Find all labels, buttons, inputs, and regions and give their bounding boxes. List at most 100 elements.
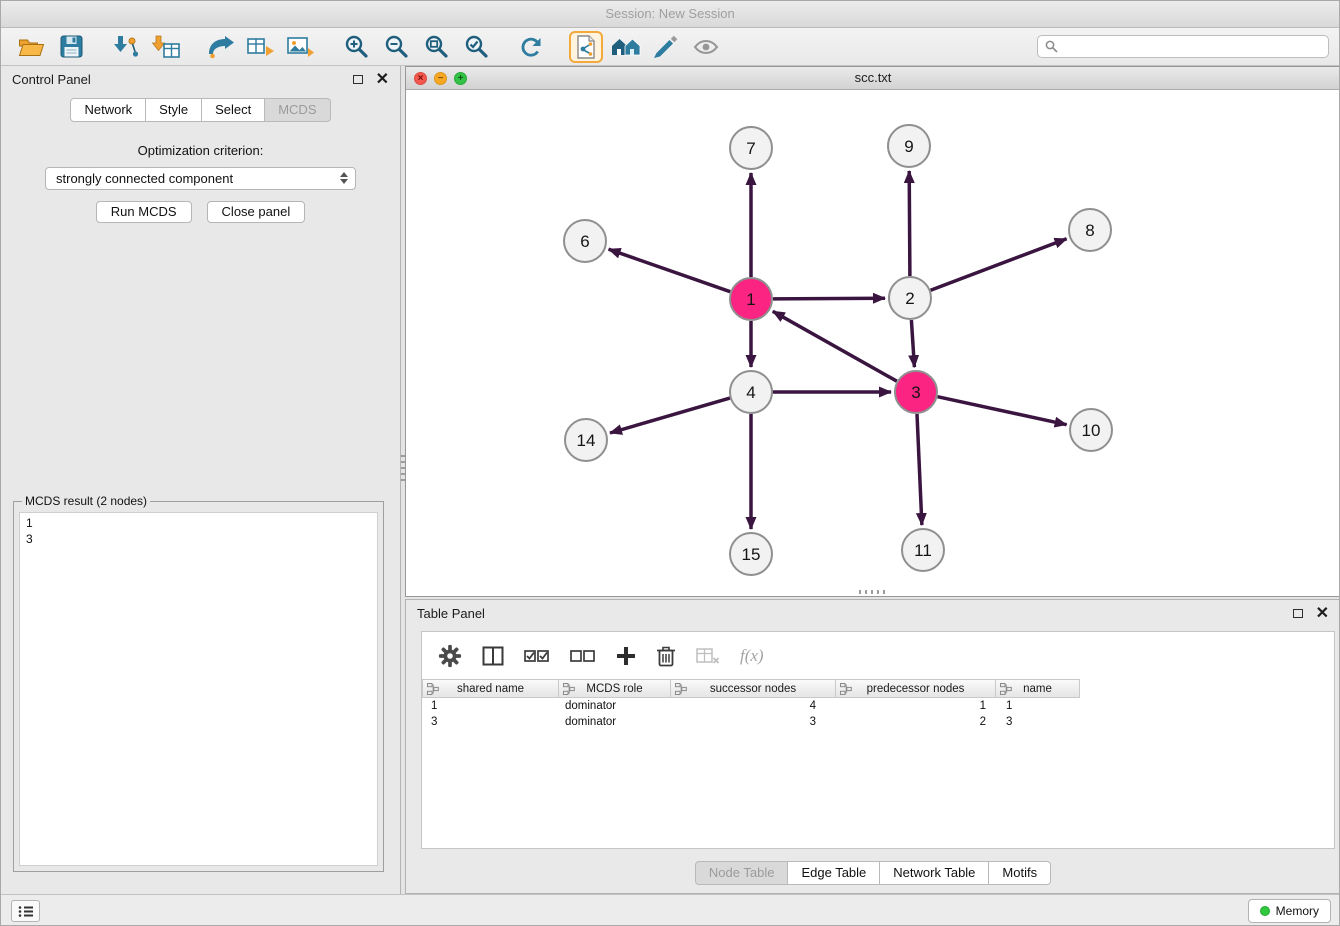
export-image-button[interactable] bbox=[281, 31, 321, 63]
apply-style-button[interactable] bbox=[646, 31, 686, 63]
delete-table-button[interactable] bbox=[696, 646, 720, 666]
edge-1-2[interactable] bbox=[773, 298, 885, 299]
import-table-button[interactable] bbox=[146, 31, 186, 63]
control-panel-buttons: Run MCDS Close panel bbox=[1, 201, 400, 223]
save-session-button[interactable] bbox=[51, 31, 91, 63]
toolbar-separator bbox=[91, 46, 106, 47]
edge-3-10[interactable] bbox=[938, 397, 1067, 425]
table-settings-button[interactable] bbox=[438, 644, 462, 668]
node-15[interactable]: 15 bbox=[730, 533, 772, 575]
window-titlebar: Session: New Session bbox=[1, 1, 1339, 28]
table-cell[interactable]: 1 bbox=[836, 698, 996, 714]
tab-motifs[interactable]: Motifs bbox=[989, 861, 1051, 885]
network-window-titlebar[interactable]: × − + scc.txt bbox=[406, 67, 1340, 90]
zoom-out-button[interactable] bbox=[376, 31, 416, 63]
export-network-button[interactable] bbox=[201, 31, 241, 63]
node-6[interactable]: 6 bbox=[564, 220, 606, 262]
float-panel-icon[interactable] bbox=[353, 75, 363, 84]
close-table-panel-icon[interactable]: ✕ bbox=[1316, 607, 1329, 621]
table-cell[interactable]: 1 bbox=[422, 698, 559, 714]
table-cell[interactable]: 3 bbox=[422, 714, 559, 730]
column-header-mcds-role[interactable]: MCDS role bbox=[559, 679, 671, 698]
edge-3-1[interactable] bbox=[773, 311, 897, 381]
table-row[interactable]: 3dominator323 bbox=[422, 714, 1334, 730]
tab-edge-table[interactable]: Edge Table bbox=[788, 861, 880, 885]
refresh-network-button[interactable] bbox=[511, 31, 551, 63]
node-10[interactable]: 10 bbox=[1070, 409, 1112, 451]
edge-1-6[interactable] bbox=[609, 249, 731, 292]
close-window-icon[interactable]: × bbox=[414, 72, 427, 85]
memory-button[interactable]: Memory bbox=[1248, 899, 1331, 923]
node-2[interactable]: 2 bbox=[889, 277, 931, 319]
zoom-in-button[interactable] bbox=[336, 31, 376, 63]
status-bar: Memory bbox=[1, 894, 1339, 926]
network-home-button[interactable] bbox=[606, 31, 646, 63]
node-9[interactable]: 9 bbox=[888, 125, 930, 167]
node-14[interactable]: 14 bbox=[565, 419, 607, 461]
tab-style[interactable]: Style bbox=[146, 98, 202, 122]
create-column-button[interactable] bbox=[616, 646, 636, 666]
column-header-shared-name[interactable]: shared name bbox=[422, 679, 559, 698]
node-8[interactable]: 8 bbox=[1069, 209, 1111, 251]
column-header-predecessor-nodes[interactable]: predecessor nodes bbox=[836, 679, 996, 698]
node-11[interactable]: 11 bbox=[902, 529, 944, 571]
edge-4-14[interactable] bbox=[610, 398, 730, 433]
import-network-button[interactable] bbox=[106, 31, 146, 63]
export-image-icon bbox=[287, 35, 315, 59]
tab-network[interactable]: Network bbox=[70, 98, 146, 122]
table-row[interactable]: 1dominator411 bbox=[422, 698, 1334, 714]
node-3[interactable]: 3 bbox=[895, 371, 937, 413]
mcds-result-box: MCDS result (2 nodes) 13 bbox=[13, 494, 384, 872]
table-cell[interactable]: 2 bbox=[836, 714, 996, 730]
import-file-button[interactable] bbox=[569, 31, 603, 63]
float-table-panel-icon[interactable] bbox=[1293, 609, 1303, 618]
edge-2-9[interactable] bbox=[909, 171, 910, 276]
zoom-window-icon[interactable]: + bbox=[454, 72, 467, 85]
select-all-columns-button[interactable] bbox=[524, 647, 550, 665]
column-header-name[interactable]: name bbox=[996, 679, 1080, 698]
refresh-icon bbox=[518, 35, 544, 59]
tab-node-table[interactable]: Node Table bbox=[695, 861, 789, 885]
table-cell[interactable]: dominator bbox=[559, 714, 671, 730]
column-header-successor-nodes[interactable]: successor nodes bbox=[671, 679, 836, 698]
minimize-window-icon[interactable]: − bbox=[434, 72, 447, 85]
mcds-result-list[interactable]: 13 bbox=[19, 512, 378, 866]
table-cell[interactable]: 3 bbox=[996, 714, 1080, 730]
table-toolbar: f(x) bbox=[422, 632, 1334, 679]
table-cell[interactable]: 1 bbox=[996, 698, 1080, 714]
zoom-selected-button[interactable] bbox=[456, 31, 496, 63]
show-columns-button[interactable] bbox=[482, 645, 504, 667]
close-panel-button[interactable]: Close panel bbox=[207, 201, 306, 223]
zoom-fit-button[interactable] bbox=[416, 31, 456, 63]
table-cell[interactable]: dominator bbox=[559, 698, 671, 714]
delete-column-button[interactable] bbox=[656, 645, 676, 667]
tab-mcds[interactable]: MCDS bbox=[265, 98, 330, 122]
tab-select[interactable]: Select bbox=[202, 98, 265, 122]
node-4[interactable]: 4 bbox=[730, 371, 772, 413]
table-cell[interactable]: 4 bbox=[671, 698, 836, 714]
criterion-dropdown[interactable]: strongly connected component bbox=[45, 167, 356, 190]
panel-menu-button[interactable] bbox=[11, 900, 40, 922]
search-input[interactable] bbox=[1063, 40, 1321, 54]
zoom-selected-icon bbox=[465, 35, 488, 58]
column-header-label: successor nodes bbox=[710, 683, 796, 695]
tab-network-table[interactable]: Network Table bbox=[880, 861, 989, 885]
open-session-button[interactable] bbox=[11, 31, 51, 63]
run-mcds-button[interactable]: Run MCDS bbox=[96, 201, 192, 223]
unselect-all-columns-button[interactable] bbox=[570, 647, 596, 665]
panel-splitter-grip[interactable] bbox=[859, 590, 887, 594]
close-panel-icon[interactable]: ✕ bbox=[376, 73, 389, 87]
edge-2-8[interactable] bbox=[931, 239, 1067, 290]
edge-2-3[interactable] bbox=[911, 320, 914, 367]
export-table-button[interactable] bbox=[241, 31, 281, 63]
function-builder-button[interactable]: f(x) bbox=[740, 646, 764, 666]
network-canvas-svg[interactable]: 7 9 6 8 1 2 4 3 14 10 15 11 bbox=[406, 90, 1340, 595]
panel-splitter-grip[interactable] bbox=[401, 455, 405, 483]
edge-3-11[interactable] bbox=[917, 414, 922, 525]
search-box[interactable] bbox=[1037, 35, 1329, 58]
node-1[interactable]: 1 bbox=[730, 278, 772, 320]
table-cell[interactable]: 3 bbox=[671, 714, 836, 730]
node-7[interactable]: 7 bbox=[730, 127, 772, 169]
show-graphics-details-button[interactable] bbox=[686, 31, 726, 63]
window-title: Session: New Session bbox=[605, 6, 734, 21]
